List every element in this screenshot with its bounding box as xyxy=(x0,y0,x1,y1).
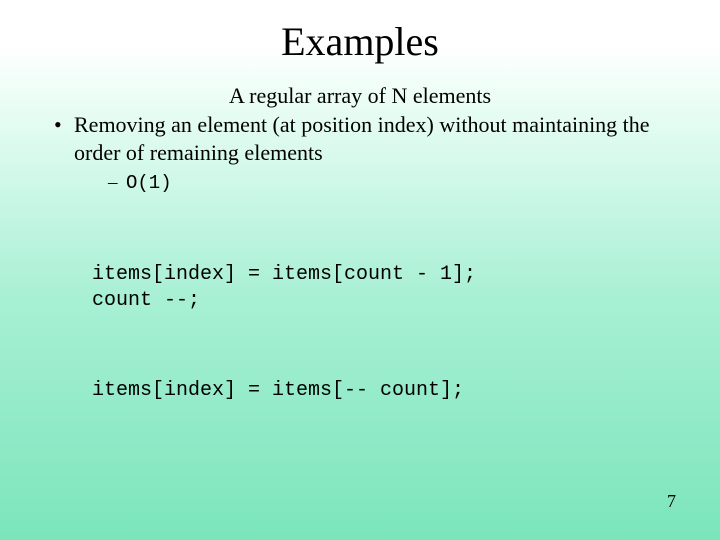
code-line: items[index] = items[count - 1]; xyxy=(92,263,476,286)
sub-bullet-list: O(1) xyxy=(74,171,672,195)
page-number: 7 xyxy=(667,491,676,512)
slide: Examples A regular array of N elements R… xyxy=(0,0,720,540)
sub-bullet-text: O(1) xyxy=(126,172,172,194)
code-block-2: items[index] = items[-- count]; xyxy=(92,378,672,404)
code-block-1: items[index] = items[count - 1]; count -… xyxy=(92,262,672,314)
bullet-item: Removing an element (at position index) … xyxy=(48,111,672,196)
sub-bullet-item: O(1) xyxy=(74,171,672,195)
slide-subtitle: A regular array of N elements xyxy=(48,83,672,109)
code-line: count --; xyxy=(92,289,200,312)
slide-title: Examples xyxy=(48,18,672,65)
bullet-list: Removing an element (at position index) … xyxy=(48,111,672,196)
code-line: items[index] = items[-- count]; xyxy=(92,379,464,402)
bullet-text: Removing an element (at position index) … xyxy=(74,112,650,165)
